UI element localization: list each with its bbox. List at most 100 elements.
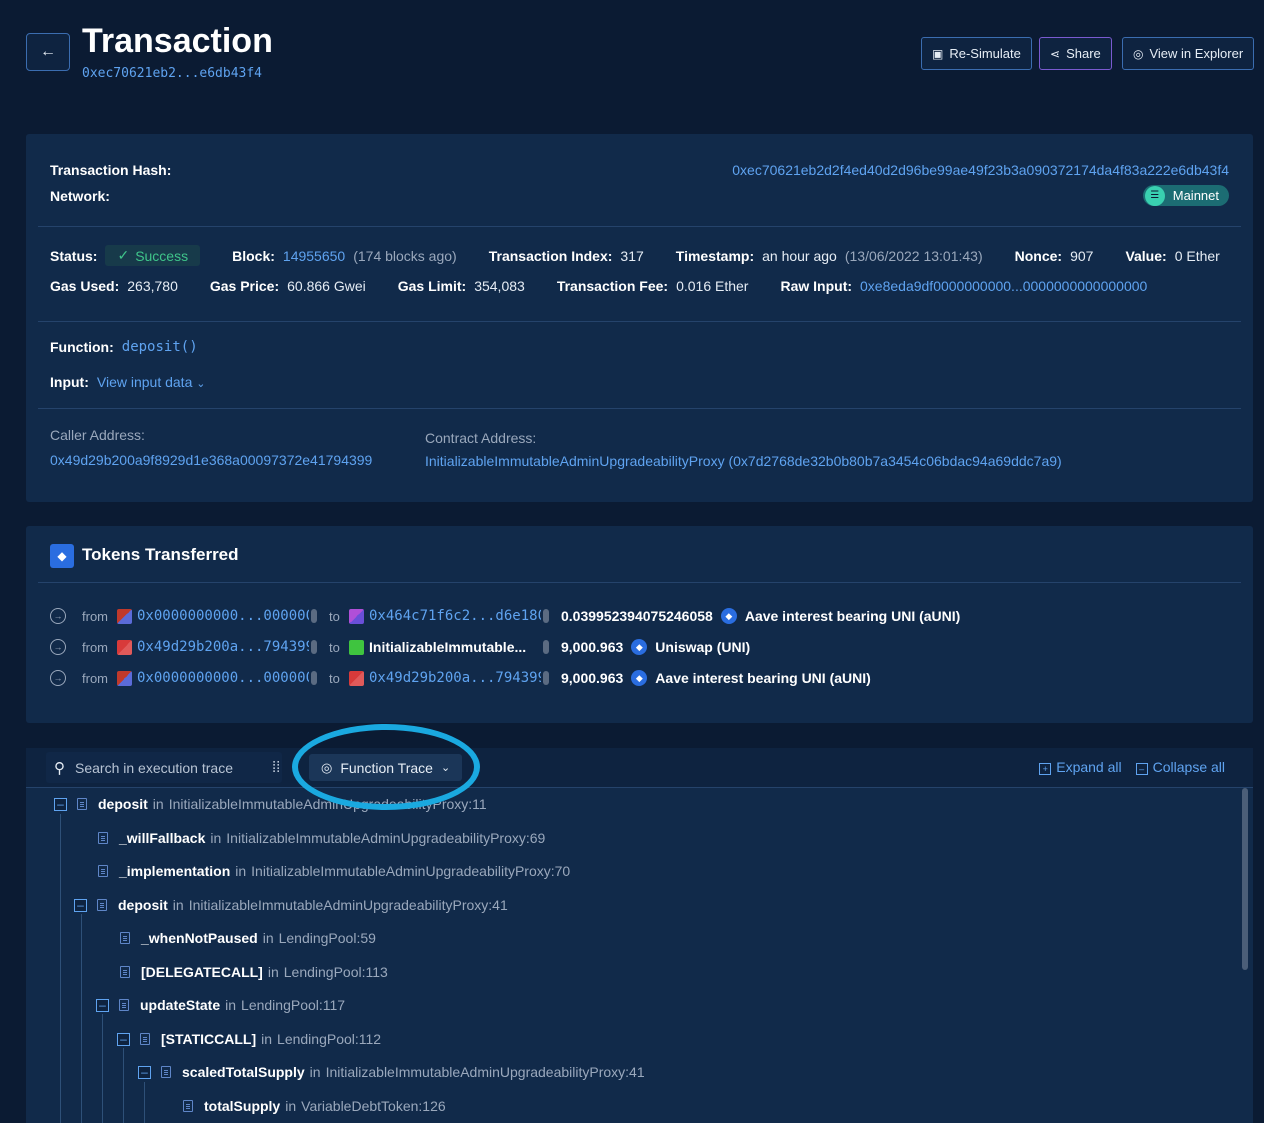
token-name[interactable]: Aave interest bearing UNI (aUNI)	[745, 608, 961, 624]
caller-address-label: Caller Address:	[50, 427, 145, 443]
plus-square-icon: +	[1039, 763, 1052, 775]
view-input-data-link[interactable]: View input data ⌄	[97, 374, 206, 390]
trace-node[interactable]: – deposit in InitializableImmutableAdmin…	[54, 794, 487, 814]
input-label: Input:	[50, 374, 89, 390]
trace-in-label: in	[225, 997, 237, 1013]
copy-icon[interactable]	[543, 609, 549, 623]
block-value[interactable]: 14955650	[283, 248, 345, 264]
caller-address-value[interactable]: 0x49d29b200a9f8929d1e368a00097372e417943…	[50, 452, 372, 468]
to-label: to	[329, 670, 340, 686]
transaction-details-card: Transaction Hash: 0xec70621eb2d2f4ed40d2…	[26, 134, 1253, 502]
trace-node[interactable]: – scaledTotalSupply in InitializableImmu…	[138, 1062, 645, 1082]
file-icon	[183, 1100, 193, 1112]
divider	[38, 226, 1241, 227]
collapse-toggle[interactable]: –	[74, 898, 87, 912]
transaction-hash-short[interactable]: 0xec70621eb2...e6db43f4	[82, 66, 262, 81]
share-button[interactable]: ⋖ Share	[1039, 37, 1112, 70]
gas-price-value: 60.866 Gwei	[287, 278, 366, 294]
gas-used-value: 263,780	[127, 278, 178, 294]
timestamp-value: an hour ago	[762, 247, 837, 264]
trace-scrollbar[interactable]	[1242, 788, 1248, 970]
chevron-down-icon: ⌄	[440, 762, 451, 774]
trace-node[interactable]: – deposit in InitializableImmutableAdmin…	[74, 895, 508, 915]
divider	[38, 582, 1241, 583]
block-label: Block:	[232, 247, 275, 264]
status-value: Success	[135, 247, 189, 264]
to-address[interactable]: 0x49d29b200a...794399	[369, 670, 541, 686]
token-transfer-row: → from 0x0000000000...000000 to 0x49d29b…	[50, 668, 871, 688]
copy-icon[interactable]	[543, 640, 549, 654]
value-label: Value:	[1125, 247, 1167, 264]
from-address[interactable]: 0x49d29b200a...794399	[137, 639, 309, 655]
token-name[interactable]: Aave interest bearing UNI (aUNI)	[655, 670, 871, 686]
token-transfer-row: → from 0x49d29b200a...794399 to Initiali…	[50, 637, 750, 657]
trace-location: InitializableImmutableAdminUpgradeabilit…	[226, 830, 546, 846]
trace-location: LendingPool:112	[277, 1031, 382, 1047]
trace-search-input[interactable]: ⚲ Search in execution trace	[46, 752, 282, 783]
trace-function-name: [STATICCALL]	[161, 1031, 257, 1047]
from-address[interactable]: 0x0000000000...000000	[137, 670, 309, 686]
expand-all-button[interactable]: + Expand all	[1039, 759, 1122, 775]
to-label: to	[329, 639, 340, 655]
contract-address-label: Contract Address:	[425, 430, 537, 446]
view-in-explorer-button[interactable]: ◎ View in Explorer	[1122, 37, 1255, 70]
trace-location: InitializableImmutableAdminUpgradeabilit…	[251, 863, 571, 879]
to-address[interactable]: 0x464c71f6c2...d6e180	[369, 608, 541, 624]
token-transfer-row: → from 0x0000000000...000000 to 0x464c71…	[50, 606, 960, 626]
trace-in-label: in	[262, 930, 274, 946]
tree-guide-line	[144, 1082, 145, 1123]
address-avatar	[117, 670, 132, 686]
back-button[interactable]: ←	[26, 33, 70, 71]
tree-guide-line	[123, 1048, 124, 1123]
collapse-toggle[interactable]: –	[96, 998, 109, 1012]
collapse-all-button[interactable]: – Collapse all	[1135, 759, 1225, 775]
divider	[38, 408, 1241, 409]
copy-icon[interactable]	[311, 671, 317, 685]
function-value[interactable]: deposit()	[122, 339, 198, 355]
view-in-explorer-label: View in Explorer	[1149, 46, 1244, 61]
copy-icon[interactable]	[543, 671, 549, 685]
from-address[interactable]: 0x0000000000...000000	[137, 608, 309, 624]
trace-node[interactable]: _implementation in InitializableImmutabl…	[98, 861, 570, 881]
collapse-toggle[interactable]: –	[138, 1065, 151, 1079]
ethereum-icon: ◆	[631, 670, 648, 686]
trace-node[interactable]: – updateState in LendingPool:117	[96, 995, 345, 1015]
raw-input-value[interactable]: 0xe8eda9df0000000000...0000000000000000	[860, 278, 1147, 294]
trace-location: InitializableImmutableAdminUpgradeabilit…	[325, 1064, 645, 1080]
page-title: Transaction	[82, 22, 273, 60]
address-avatar	[117, 608, 132, 624]
expand-all-label: Expand all	[1056, 759, 1122, 775]
collapse-toggle[interactable]: –	[54, 797, 67, 811]
resimulate-button[interactable]: ▣ Re-Simulate	[921, 37, 1032, 70]
trace-node[interactable]: – [STATICCALL] in LendingPool:112	[117, 1029, 381, 1049]
arrow-left-icon: ←	[40, 43, 56, 60]
to-address[interactable]: InitializableImmutable...	[369, 639, 541, 655]
trace-in-label: in	[172, 897, 184, 913]
transaction-index-label: Transaction Index:	[488, 247, 613, 264]
token-name[interactable]: Uniswap (UNI)	[655, 639, 750, 655]
transaction-hash-value[interactable]: 0xec70621eb2d2f4ed40d2d96be99ae49f23b3a0…	[732, 162, 1229, 178]
trace-node[interactable]: _willFallback in InitializableImmutableA…	[98, 828, 545, 848]
chevron-down-icon: ⌄	[196, 378, 206, 390]
input-row: Input: View input data ⌄	[50, 374, 205, 390]
address-avatar	[349, 639, 364, 655]
trace-node[interactable]: totalSupply in VariableDebtToken:126	[183, 1096, 446, 1116]
view-input-data-label: View input data	[96, 374, 193, 390]
monitor-icon: ▣	[932, 46, 944, 61]
sliders-icon[interactable]: ⁞⁞	[272, 759, 280, 776]
transfer-amount: 9,000.963	[561, 639, 624, 655]
trace-mode-select[interactable]: ◎ Function Trace ⌄	[309, 754, 463, 781]
copy-icon[interactable]	[311, 640, 317, 654]
tree-guide-line	[60, 814, 61, 1123]
contract-address-value[interactable]: InitializableImmutableAdminUpgradeabilit…	[425, 453, 1062, 469]
copy-icon[interactable]	[311, 609, 317, 623]
trace-node[interactable]: [DELEGATECALL] in LendingPool:113	[120, 962, 388, 982]
trace-in-label: in	[261, 1031, 273, 1047]
trace-node[interactable]: _whenNotPaused in LendingPool:59	[120, 928, 376, 948]
minus-square-icon: –	[1135, 763, 1148, 775]
ethereum-icon: ◆	[631, 639, 648, 655]
timestamp-full: (13/06/2022 13:01:43)	[844, 247, 983, 264]
collapse-toggle[interactable]: –	[117, 1032, 130, 1046]
nonce-label: Nonce:	[1014, 247, 1063, 264]
trace-location: InitializableImmutableAdminUpgradeabilit…	[168, 796, 487, 812]
